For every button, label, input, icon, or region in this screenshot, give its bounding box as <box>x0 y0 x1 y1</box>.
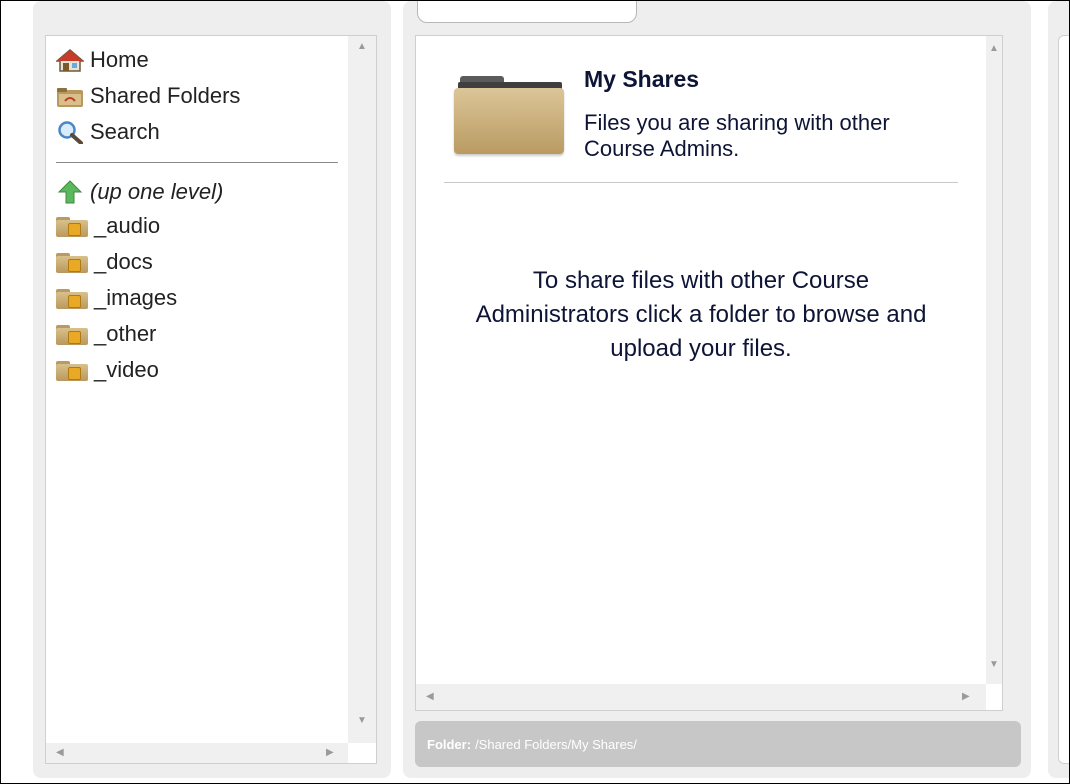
nav-item-search[interactable]: Search <box>56 119 160 144</box>
scroll-right-arrow-icon[interactable]: ▶ <box>326 748 334 758</box>
my-shares-folder-icon <box>454 76 564 156</box>
locked-folder-icon <box>56 215 88 237</box>
tree-divider <box>56 162 338 163</box>
content-vertical-scrollbar[interactable]: ▲ ▼ <box>986 36 1002 684</box>
home-icon <box>56 49 84 72</box>
tree-folder-video[interactable]: _video <box>56 357 159 382</box>
shared-folders-icon <box>57 88 83 107</box>
tab-stub[interactable] <box>417 1 637 23</box>
tree-folder-docs[interactable]: _docs <box>56 249 153 274</box>
scroll-down-arrow-icon[interactable]: ▼ <box>357 716 367 726</box>
locked-folder-icon <box>56 251 88 273</box>
nav-item-label: Home <box>90 47 149 72</box>
tree-item-label: _video <box>94 357 159 382</box>
tree-item-label: _other <box>94 321 157 346</box>
tree-item-label: _audio <box>94 213 161 238</box>
content-horizontal-scrollbar[interactable]: ◀ ▶ <box>416 684 986 710</box>
tree-item-up-one-level[interactable]: (up one level) <box>56 179 224 204</box>
nav-item-label: Search <box>90 119 160 144</box>
instruction-message: To share files with other Course Adminis… <box>475 267 927 362</box>
tree-item-label: (up one level) <box>90 179 224 204</box>
tree-item-label: _docs <box>94 249 153 274</box>
content-pane: My Shares Files you are sharing with oth… <box>415 35 1003 711</box>
locked-folder-icon <box>56 287 88 309</box>
up-arrow-icon <box>57 180 83 204</box>
locked-folder-icon <box>56 323 88 345</box>
tree-folder-audio[interactable]: _audio <box>56 213 161 238</box>
folder-path-status-bar: Folder: /Shared Folders/My Shares/ <box>415 721 1021 767</box>
scroll-right-arrow-icon[interactable]: ▶ <box>962 692 970 702</box>
page-title: My Shares <box>584 66 700 92</box>
tree-item-label: _images <box>94 285 178 310</box>
status-label: Folder: <box>427 736 472 752</box>
nav-item-home[interactable]: Home <box>56 47 149 72</box>
page-subtitle: Files you are sharing with other Course … <box>584 110 890 161</box>
tree-folder-images[interactable]: _images <box>56 285 178 310</box>
left-horizontal-scrollbar[interactable]: ◀ ▶ <box>46 743 348 763</box>
scroll-left-arrow-icon[interactable]: ◀ <box>56 748 64 758</box>
tree-folder-other[interactable]: _other <box>56 321 157 346</box>
file-manager-window: Home Shared Folders Search (up one level <box>0 0 1070 784</box>
left-vertical-scrollbar[interactable]: ▲ ▼ <box>348 36 376 743</box>
details-pane <box>1058 35 1069 764</box>
content-divider <box>444 182 958 183</box>
folder-tree-pane: Home Shared Folders Search (up one level <box>45 35 377 764</box>
scroll-up-arrow-icon[interactable]: ▲ <box>989 44 999 54</box>
scroll-down-arrow-icon[interactable]: ▼ <box>989 660 999 670</box>
locked-folder-icon <box>56 359 88 381</box>
folder-path: /Shared Folders/My Shares/ <box>475 736 637 752</box>
search-icon <box>58 121 83 144</box>
nav-item-label: Shared Folders <box>90 83 241 108</box>
scroll-left-arrow-icon[interactable]: ◀ <box>426 692 434 702</box>
scroll-up-arrow-icon[interactable]: ▲ <box>357 42 367 52</box>
nav-item-shared-folders[interactable]: Shared Folders <box>56 83 241 108</box>
